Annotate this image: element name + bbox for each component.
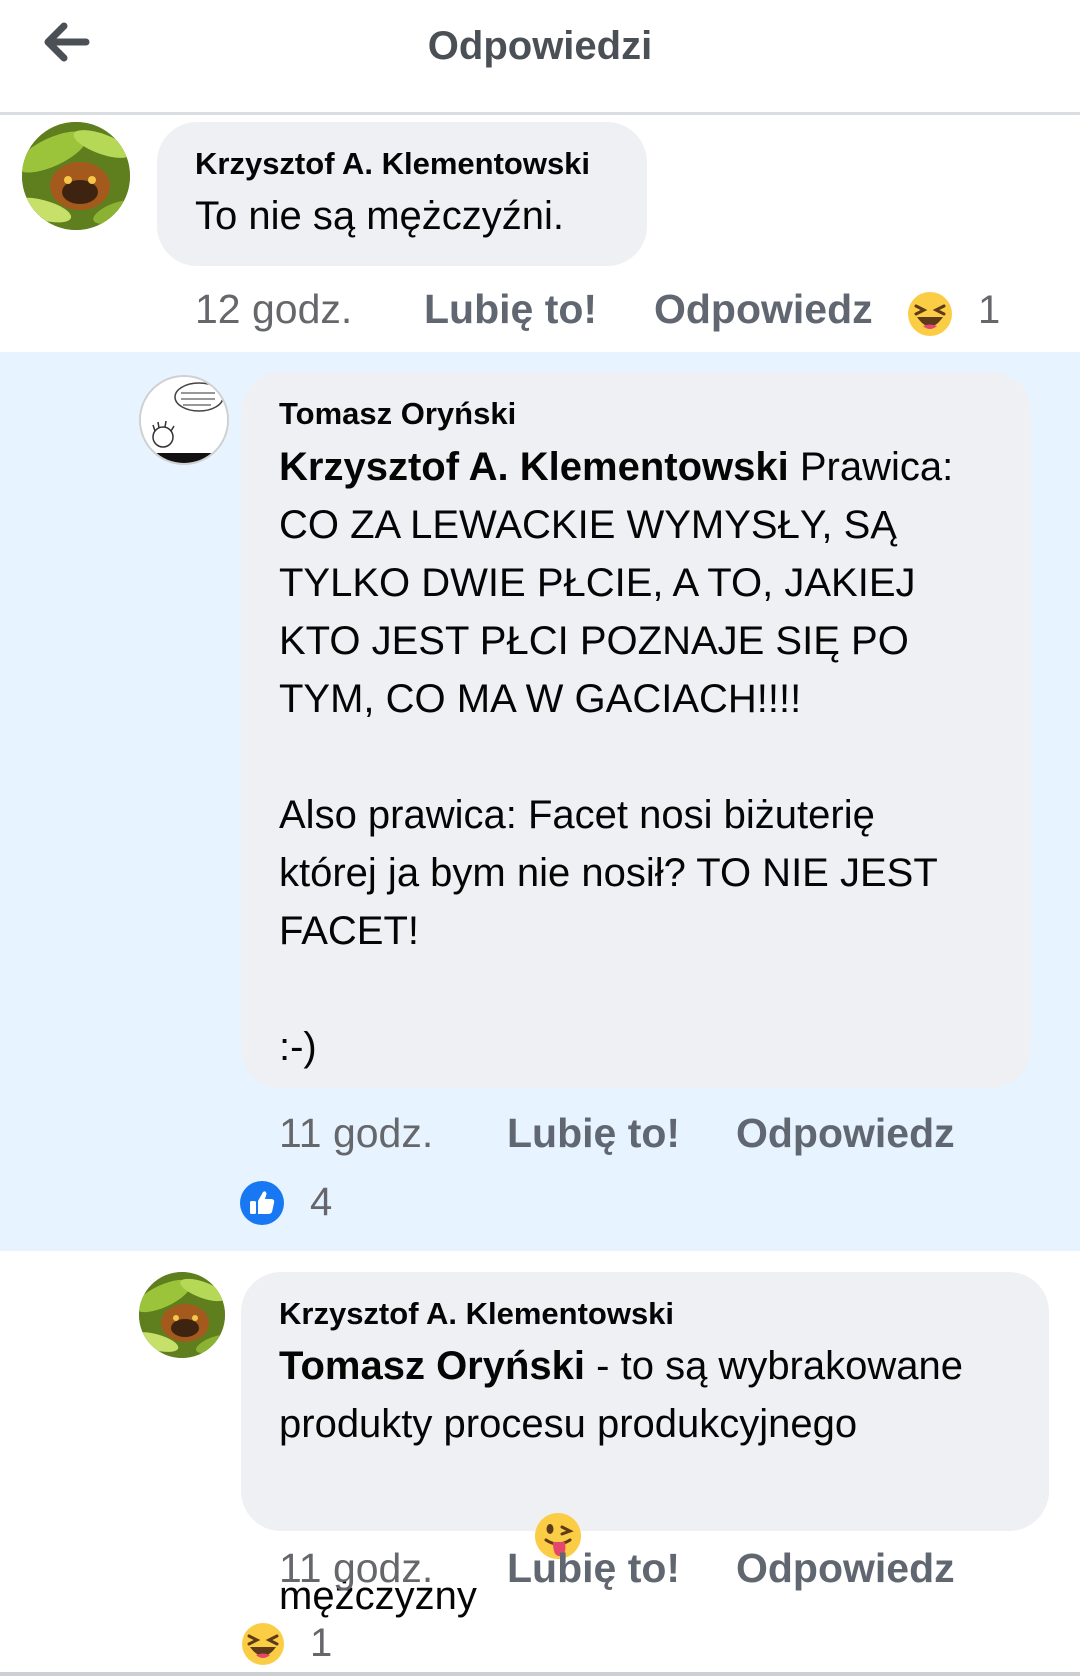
comment-author[interactable]: Tomasz Oryński: [279, 396, 516, 432]
divider: [0, 1672, 1080, 1676]
reply-button[interactable]: Odpowiedz: [654, 286, 873, 333]
reaction-count: 1: [310, 1621, 333, 1665]
comment-text-start: - to są wybrakowane: [585, 1344, 963, 1388]
reaction-count: 1: [978, 288, 1001, 332]
comment-text-body: CO ZA LEWACKIE WYMYSŁY, SĄ TYLKO DWIE PŁ…: [279, 503, 938, 1069]
reply-button[interactable]: Odpowiedz: [736, 1110, 955, 1157]
like-button[interactable]: Lubię to!: [507, 1110, 680, 1157]
like-button[interactable]: Lubię to!: [424, 286, 597, 333]
reaction-count: 4: [310, 1180, 333, 1224]
winking-tongue-emoji-icon: [489, 1453, 582, 1559]
comment-timestamp: 12 godz.: [195, 286, 353, 332]
haha-emoji-icon[interactable]: [240, 1621, 286, 1667]
mention-link[interactable]: Tomasz Oryński: [279, 1344, 585, 1388]
mention-link[interactable]: Krzysztof A. Klementowski: [279, 445, 789, 489]
avatar[interactable]: [139, 375, 229, 465]
comment-text-start: Prawica:: [788, 445, 954, 489]
comment-timestamp: 11 godz.: [279, 1545, 434, 1591]
reply-button[interactable]: Odpowiedz: [736, 1545, 955, 1592]
avatar[interactable]: [139, 1272, 225, 1358]
comment-author[interactable]: Krzysztof A. Klementowski: [195, 146, 590, 182]
comment-timestamp: 11 godz.: [279, 1110, 434, 1156]
comment-text: To nie są mężczyźni.: [195, 194, 565, 238]
like-thumb-icon[interactable]: [239, 1180, 285, 1226]
page-title: Odpowiedzi: [427, 24, 653, 68]
comment-author[interactable]: Krzysztof A. Klementowski: [279, 1296, 674, 1332]
comment-text: Krzysztof A. Klementowski Prawica: CO ZA…: [279, 438, 1019, 1076]
header-bar: Odpowiedzi: [0, 0, 1080, 115]
avatar[interactable]: [22, 122, 130, 230]
like-button[interactable]: Lubię to!: [507, 1545, 680, 1592]
haha-emoji-icon[interactable]: [906, 290, 954, 338]
